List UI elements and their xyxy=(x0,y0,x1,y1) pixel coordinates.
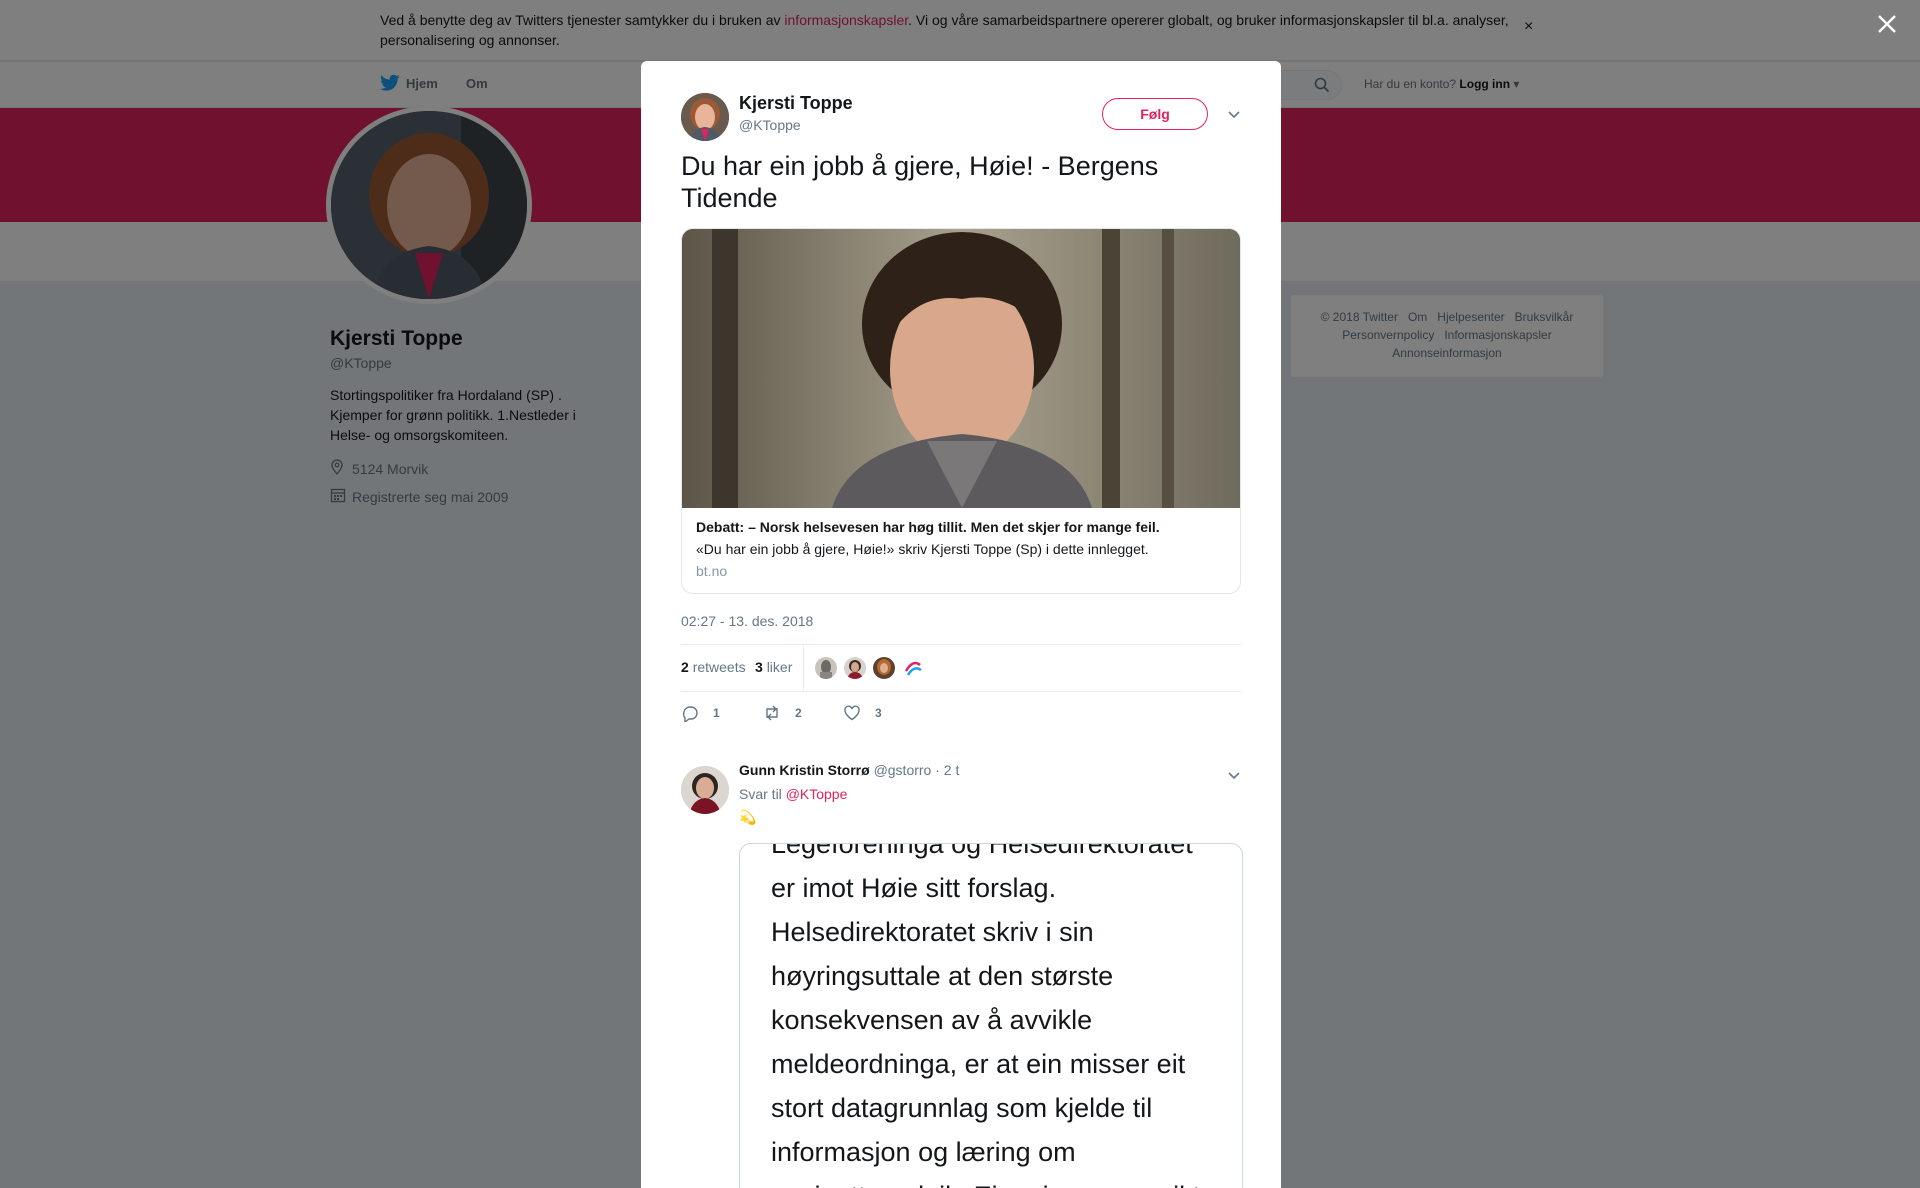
reply-image-text: Legeforeninga og Helsedirektoratet er im… xyxy=(771,843,1231,1188)
image-line: Legeforeninga og Helsedirektoratet xyxy=(771,843,1193,859)
reply-to-label: Svar til xyxy=(739,786,782,802)
image-line: konsekvensen av å avvikle xyxy=(771,1005,1093,1035)
like-count: 3 xyxy=(875,706,882,720)
chevron-down-icon[interactable] xyxy=(1227,768,1241,786)
follow-button[interactable]: Følg xyxy=(1102,98,1208,130)
image-line: informasjon og læring om xyxy=(771,1137,1076,1167)
card-image[interactable] xyxy=(682,229,1240,508)
tweet-author-avatar[interactable] xyxy=(681,93,729,141)
reply-author-handle[interactable]: @gstorro xyxy=(874,762,932,778)
reply-image[interactable]: Legeforeninga og Helsedirektoratet er im… xyxy=(739,843,1243,1188)
tweet-text: Du har ein jobb å gjere, Høie! - Bergens… xyxy=(681,151,1159,213)
tweet-modal: Kjersti Toppe @KToppe Følg Du har ein jo… xyxy=(641,61,1281,1188)
card-description: «Du har ein jobb å gjere, Høie!» skriv K… xyxy=(696,541,1149,557)
tweet-stats: 2 retweets 3 liker xyxy=(681,644,1241,692)
reply-author-name[interactable]: Gunn Kristin Storrø xyxy=(739,762,870,778)
tweet-author-handle[interactable]: @KToppe xyxy=(739,117,801,133)
reply-to-handle-link[interactable]: @KToppe xyxy=(786,786,848,802)
retweets-stat-label: retweets xyxy=(692,659,746,675)
tweet-timestamp[interactable]: 02:27 - 13. des. 2018 xyxy=(681,613,813,629)
card-title[interactable]: Debatt: – Norsk helsevesen har høg tilli… xyxy=(696,519,1160,535)
retweets-stat-count: 2 xyxy=(681,659,689,675)
reply-action[interactable]: 1 xyxy=(681,704,720,722)
likes-stat-label: liker xyxy=(766,659,793,675)
retweet-count: 2 xyxy=(795,706,802,720)
reply-icon xyxy=(682,706,698,722)
reply-count: 1 xyxy=(713,706,720,720)
likes-stat[interactable]: 3 liker xyxy=(755,659,792,675)
likes-stat-count: 3 xyxy=(755,659,763,675)
image-line: høyringsuttale at den største xyxy=(771,961,1114,991)
chevron-down-icon[interactable] xyxy=(1227,107,1241,125)
like-action[interactable]: 3 xyxy=(843,704,882,722)
retweet-icon xyxy=(766,705,778,721)
liker-avatar[interactable] xyxy=(844,657,866,679)
image-line: meldeordninga, er at ein misser eit xyxy=(771,1049,1186,1079)
tweet-author-name[interactable]: Kjersti Toppe xyxy=(739,93,853,114)
replying-to: Svar til @KToppe xyxy=(739,786,847,802)
heart-icon xyxy=(844,705,860,721)
reply-time[interactable]: · 2 t xyxy=(935,762,959,778)
stats-divider xyxy=(803,645,804,691)
dizzy-emoji-icon: 💫 xyxy=(739,809,757,825)
card-domain[interactable]: bt.no xyxy=(696,563,727,579)
image-line: Helsedirektoratet skriv i sin xyxy=(771,917,1094,947)
link-preview-card[interactable]: Debatt: – Norsk helsevesen har høg tilli… xyxy=(681,228,1241,594)
liker-avatar[interactable] xyxy=(815,657,837,679)
retweet-action[interactable]: 2 xyxy=(763,704,802,722)
image-line: stort datagrunnlag som kjelde til xyxy=(771,1093,1153,1123)
liker-avatar[interactable] xyxy=(873,657,895,679)
close-icon[interactable] xyxy=(1875,12,1899,36)
retweets-stat[interactable]: 2 retweets xyxy=(681,659,746,675)
reply-author-avatar[interactable] xyxy=(681,766,729,814)
image-line: er imot Høie sitt forslag. xyxy=(771,873,1057,903)
liker-avatar[interactable] xyxy=(902,657,924,679)
image-line: pasienttryggleik. Ein misser oversikt xyxy=(771,1174,1231,1188)
reply-header: Gunn Kristin Storrø @gstorro · 2 t xyxy=(739,762,959,778)
